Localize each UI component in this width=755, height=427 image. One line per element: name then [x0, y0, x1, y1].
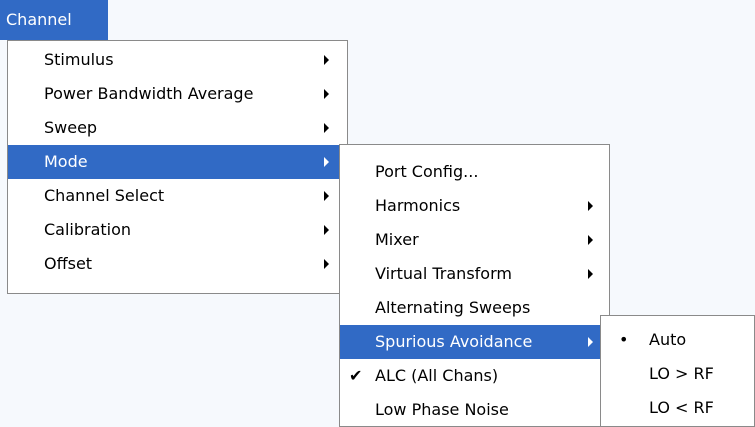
menu-item-label: Offset: [44, 254, 93, 273]
submenu-arrow-icon: [324, 157, 329, 167]
menu-item-label: Sweep: [44, 118, 98, 137]
menu-item-calibration[interactable]: Calibration: [8, 213, 347, 247]
submenu-arrow-icon: [324, 55, 329, 65]
mode-submenu: Port Config... Harmonics Mixer Virtual T…: [339, 144, 610, 427]
submenu-arrow-icon: [588, 269, 593, 279]
radio-bullet-icon: •: [619, 330, 629, 349]
menu-item-port-config[interactable]: Port Config...: [340, 155, 609, 189]
submenu-arrow-icon: [324, 259, 329, 269]
submenu-arrow-icon: [324, 123, 329, 133]
channel-menu-title[interactable]: Channel: [0, 0, 108, 40]
menu-item-label: Port Config...: [375, 162, 479, 181]
menu-item-mixer[interactable]: Mixer: [340, 223, 609, 257]
menu-item-label: Mode: [44, 152, 88, 171]
menu-item-stimulus[interactable]: Stimulus: [8, 43, 347, 77]
menu-item-sweep[interactable]: Sweep: [8, 111, 347, 145]
checkmark-icon: ✔: [349, 366, 363, 385]
spurious-avoidance-submenu: • Auto LO > RF LO < RF: [600, 315, 755, 427]
submenu-arrow-icon: [324, 225, 329, 235]
menu-item-low-phase-noise[interactable]: Low Phase Noise: [340, 393, 609, 427]
menu-item-spurious-avoidance[interactable]: Spurious Avoidance: [340, 325, 609, 359]
menu-item-label: Harmonics: [375, 196, 461, 215]
menu-item-label: Stimulus: [44, 50, 114, 69]
menu-item-label: Mixer: [375, 230, 419, 249]
menu-item-channel-select[interactable]: Channel Select: [8, 179, 347, 213]
submenu-arrow-icon: [588, 337, 593, 347]
menu-item-virtual-transform[interactable]: Virtual Transform: [340, 257, 609, 291]
menu-item-label: Spurious Avoidance: [375, 332, 533, 351]
menu-item-offset[interactable]: Offset: [8, 247, 347, 281]
submenu-arrow-icon: [324, 191, 329, 201]
menu-item-label: Virtual Transform: [375, 264, 512, 283]
menu-item-label: ALC (All Chans): [375, 366, 499, 385]
menu-item-label: Calibration: [44, 220, 132, 239]
submenu-arrow-icon: [588, 201, 593, 211]
channel-menu: Stimulus Power Bandwidth Average Sweep M…: [7, 40, 348, 294]
menu-item-label: Alternating Sweeps: [375, 298, 531, 317]
menu-item-label: Power Bandwidth Average: [44, 84, 254, 103]
menu-item-power-bandwidth-average[interactable]: Power Bandwidth Average: [8, 77, 347, 111]
menu-item-mode[interactable]: Mode: [8, 145, 347, 179]
menu-item-label: Low Phase Noise: [375, 400, 509, 419]
submenu-arrow-icon: [324, 89, 329, 99]
menu-item-lo-greater-than-rf[interactable]: LO > RF: [601, 357, 754, 391]
menu-item-lo-less-than-rf[interactable]: LO < RF: [601, 391, 754, 425]
menu-item-auto[interactable]: • Auto: [601, 323, 754, 357]
menu-item-alternating-sweeps[interactable]: Alternating Sweeps: [340, 291, 609, 325]
menu-item-alc-all-chans[interactable]: ✔ ALC (All Chans): [340, 359, 609, 393]
menu-item-label: Auto: [649, 330, 687, 349]
menu-item-harmonics[interactable]: Harmonics: [340, 189, 609, 223]
menu-item-label: LO < RF: [649, 398, 714, 417]
submenu-arrow-icon: [588, 235, 593, 245]
menu-item-label: LO > RF: [649, 364, 714, 383]
menu-item-label: Channel Select: [44, 186, 165, 205]
